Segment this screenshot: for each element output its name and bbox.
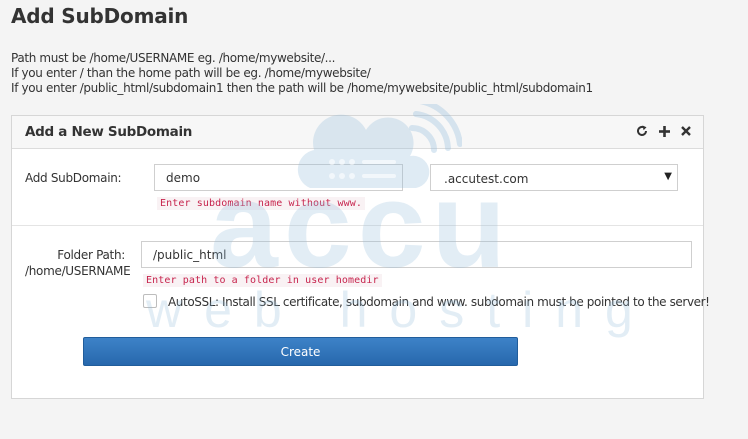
help-line-1: Path must be /home/USERNAME eg. /home/my… bbox=[11, 51, 336, 65]
help-text: Path must be /home/USERNAME eg. /home/my… bbox=[11, 51, 593, 96]
subdomain-input[interactable] bbox=[154, 164, 403, 191]
domain-select[interactable]: .accutest.com ▼ bbox=[430, 164, 678, 191]
close-icon[interactable] bbox=[679, 122, 693, 140]
domain-select-value: .accutest.com bbox=[444, 172, 529, 186]
folder-path-label-line1: Folder Path: bbox=[57, 248, 125, 262]
plus-icon[interactable] bbox=[657, 122, 671, 140]
refresh-icon[interactable] bbox=[635, 122, 649, 140]
subdomain-hint: Enter subdomain name without www. bbox=[157, 197, 365, 210]
panel-header: Add a New SubDomain bbox=[12, 116, 703, 149]
folder-path-label-home: /home/USERNAME bbox=[25, 264, 131, 278]
chevron-down-icon: ▼ bbox=[664, 171, 672, 182]
page: Add SubDomain Path must be /home/USERNAM… bbox=[0, 0, 748, 439]
autossl-checkbox[interactable] bbox=[143, 294, 157, 308]
autossl-label[interactable]: AutoSSL: Install SSL certificate, subdom… bbox=[168, 295, 710, 309]
subdomain-row: Add SubDomain: Enter subdomain name with… bbox=[12, 149, 703, 226]
help-line-3: If you enter /public_html/subdomain1 the… bbox=[11, 81, 593, 95]
subdomain-label: Add SubDomain: bbox=[25, 171, 122, 185]
add-subdomain-panel: Add a New SubDomain Add SubDomain: demo … bbox=[11, 115, 710, 399]
page-title: Add SubDomain bbox=[11, 4, 189, 28]
panel-tools bbox=[635, 122, 693, 140]
panel-title: Add a New SubDomain bbox=[25, 124, 193, 140]
folder-path-hint: Enter path to a folder in user homedir bbox=[143, 274, 382, 287]
help-line-2: If you enter / than the home path will b… bbox=[11, 66, 371, 80]
folder-path-label: Folder Path: bbox=[25, 247, 125, 263]
folder-path-input[interactable] bbox=[141, 241, 692, 268]
create-button[interactable]: Create bbox=[83, 337, 518, 366]
